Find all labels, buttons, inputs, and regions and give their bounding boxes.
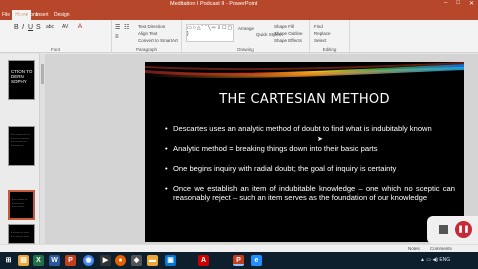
convert-smartart-button[interactable]: Convert to SmartArt	[138, 38, 178, 43]
status-bar: Notes Comments	[0, 244, 478, 252]
font-group-label: Font	[50, 47, 60, 52]
window-title: Meditation I Podcast II - PowerPoint	[170, 1, 258, 7]
editing-group-label: Editing	[322, 47, 337, 52]
file-explorer-icon[interactable]: ▤	[18, 255, 29, 266]
bullet-list: Descartes uses an analytic method of dou…	[165, 124, 455, 202]
ribbon: B I U S abc AV A Font Text Direction Ali…	[0, 20, 478, 53]
minimize-button[interactable]: –	[444, 0, 447, 7]
pdf-icon[interactable]: A	[198, 255, 209, 266]
thumbnail-text: • — ——— — — • —— — ——— • — ——— — • ——— —	[11, 133, 30, 147]
bullet-item: Once we establish an item of indubitable…	[165, 184, 455, 202]
char-spacing-icon[interactable]: abc	[46, 24, 54, 30]
color-streak-decoration	[145, 62, 464, 78]
scrollbar-thumb[interactable]	[41, 64, 44, 84]
drawing-group: ▭○△⌒╲⇨⇩☐▢◯⬠☆⌂⤴{ } Arrange Quick Styles S…	[182, 20, 310, 53]
select-button[interactable]: Select	[314, 38, 327, 43]
thumbnail-title: CTION TO DERN SOPHY	[11, 69, 33, 84]
change-case-icon[interactable]: AV	[62, 24, 68, 30]
numbering-icon[interactable]: ☷	[124, 24, 129, 31]
excel-icon[interactable]: X	[33, 255, 44, 266]
word-icon[interactable]: W	[49, 255, 60, 266]
font-group: B I U S abc AV A Font	[0, 20, 112, 53]
stop-recording-button[interactable]	[439, 225, 448, 234]
bullets-icon[interactable]: ☰	[115, 24, 120, 31]
app-icon[interactable]: ◆	[131, 255, 142, 266]
bold-icon[interactable]: B	[14, 24, 19, 31]
bullet-item: Analytic method = breaking things down i…	[165, 144, 455, 153]
windows-icon[interactable]: ⊞	[3, 255, 14, 266]
replace-button[interactable]: Replace	[314, 31, 331, 36]
notes-button[interactable]: Notes	[408, 246, 420, 251]
text-direction-button[interactable]: Text Direction	[138, 24, 165, 29]
folder-icon[interactable]: ▬	[147, 255, 158, 266]
thumbnail-text: • — ——— — • —— —— • — ———	[12, 198, 28, 208]
shape-effects-button[interactable]: Shape Effects	[274, 38, 302, 43]
shape-outline-button[interactable]: Shape Outline	[274, 31, 303, 36]
edge-icon[interactable]: e	[251, 255, 262, 266]
pause-recording-button[interactable]: ❚❚	[455, 221, 472, 238]
editing-group: Find Replace Select Editing	[310, 20, 350, 53]
media-icon[interactable]: ▶	[100, 255, 111, 266]
shape-fill-button[interactable]: Shape Fill	[274, 24, 294, 29]
slide-thumbnail[interactable]: CTION TO DERN SOPHY	[8, 60, 35, 100]
comments-button[interactable]: Comments	[430, 246, 452, 251]
paragraph-group-label: Paragraph	[135, 47, 157, 52]
align-text-button[interactable]: Align Text	[138, 31, 157, 36]
find-button[interactable]: Find	[314, 24, 323, 29]
close-button[interactable]: ✕	[469, 0, 474, 7]
paragraph-group: Text Direction Align Text Convert to Sma…	[112, 20, 182, 53]
align-left-icon[interactable]: ≡	[115, 34, 119, 40]
powerpoint-active-icon[interactable]: P	[233, 255, 244, 266]
store-icon[interactable]: ▣	[165, 255, 176, 266]
italic-icon[interactable]: I	[22, 24, 24, 31]
recording-widget: ❚❚	[427, 216, 478, 244]
slide-thumbnail[interactable]: • ——— — —— • — ——— ——	[8, 224, 35, 244]
window-controls: – □ ✕	[444, 0, 474, 7]
mouse-cursor-icon: ➤	[317, 136, 323, 143]
tab-design[interactable]: Design	[54, 12, 70, 18]
bullet-item: One begins inquiry with radial doubt; th…	[165, 164, 455, 173]
arrange-button[interactable]: Arrange	[238, 26, 254, 31]
slide-thumbnail[interactable]: • — ——— — — • —— — ——— • — ——— — • ——— —	[8, 126, 35, 166]
ribbon-tabs: File Home Insert Design Transitions	[0, 9, 478, 20]
maximize-button[interactable]: □	[456, 0, 460, 7]
title-bar: Meditation I Podcast II - PowerPoint – □…	[0, 0, 478, 9]
font-color-icon[interactable]: A	[78, 24, 82, 30]
underline-icon[interactable]: U	[28, 24, 33, 31]
tab-transitions[interactable]: Transitions	[14, 12, 38, 18]
bullet-item: Descartes uses an analytic method of dou…	[165, 124, 455, 133]
slide[interactable]: THE CARTESIAN METHOD Descartes uses an a…	[145, 62, 464, 242]
thumbnail-text: • ——— — —— • — ——— ——	[11, 231, 29, 238]
chrome-icon[interactable]: ◉	[83, 255, 94, 266]
tab-file[interactable]: File	[2, 12, 10, 18]
firefox-icon[interactable]: ●	[115, 255, 126, 266]
slide-thumbnail-selected[interactable]: • — ——— — • —— —— • — ———	[8, 190, 35, 220]
shapes-gallery[interactable]: ▭○△⌒╲⇨⇩☐▢◯⬠☆⌂⤴{ }	[186, 24, 234, 42]
strikethrough-icon[interactable]: S	[36, 24, 41, 31]
slide-title: THE CARTESIAN METHOD	[219, 92, 390, 107]
slide-thumbnail-panel: CTION TO DERN SOPHY • — ——— — — • —— — —…	[0, 54, 40, 244]
drawing-group-label: Drawing	[237, 47, 254, 52]
powerpoint-icon[interactable]: P	[65, 255, 76, 266]
taskbar: ⊞ ▤ X W P ◉ ▶ ● ◆ ▬ ▣ A P e ▲ ▭ ◀) ENG	[0, 252, 478, 269]
system-tray[interactable]: ▲ ▭ ◀) ENG	[420, 257, 450, 263]
